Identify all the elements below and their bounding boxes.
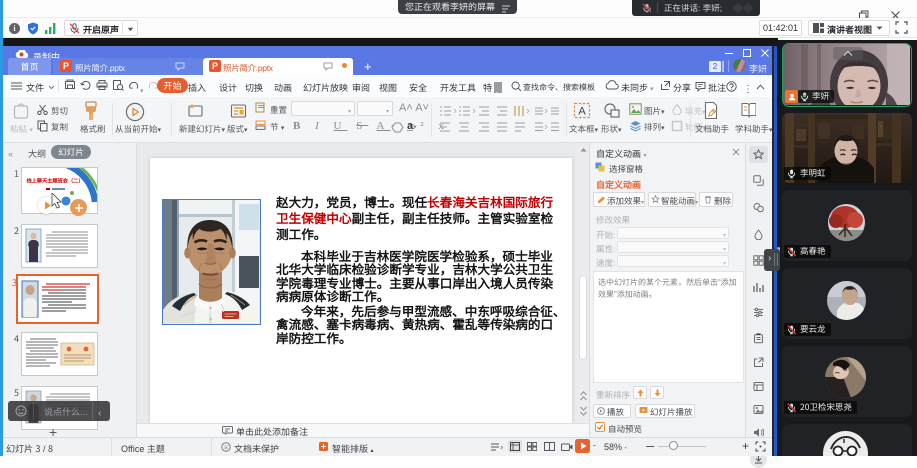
svg-text:A: A xyxy=(578,106,586,118)
svg-text:线上聊天主题班会（二）: 线上聊天主题班会（二） xyxy=(26,178,83,185)
